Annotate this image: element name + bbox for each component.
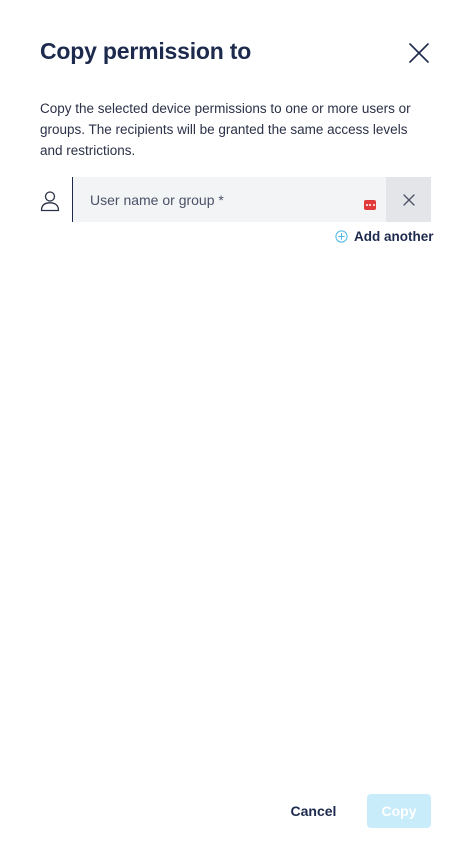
password-manager-icon[interactable] [364,200,376,210]
dialog-title: Copy permission to [40,38,252,64]
recipient-field [72,177,386,222]
close-icon [409,43,429,63]
person-icon [40,191,60,212]
copy-permission-dialog: Copy permission to Copy the selected dev… [0,0,459,867]
add-another-label: Add another [354,228,434,244]
close-button[interactable] [404,38,434,68]
remove-recipient-button[interactable] [386,177,431,222]
copy-button[interactable]: Copy [367,794,431,828]
close-icon [402,193,415,206]
cancel-button[interactable]: Cancel [282,794,345,828]
recipient-input[interactable] [73,177,386,222]
add-another-button[interactable]: Add another [335,227,434,245]
dialog-description: Copy the selected device permissions to … [40,101,411,158]
plus-circle-icon [335,229,348,243]
